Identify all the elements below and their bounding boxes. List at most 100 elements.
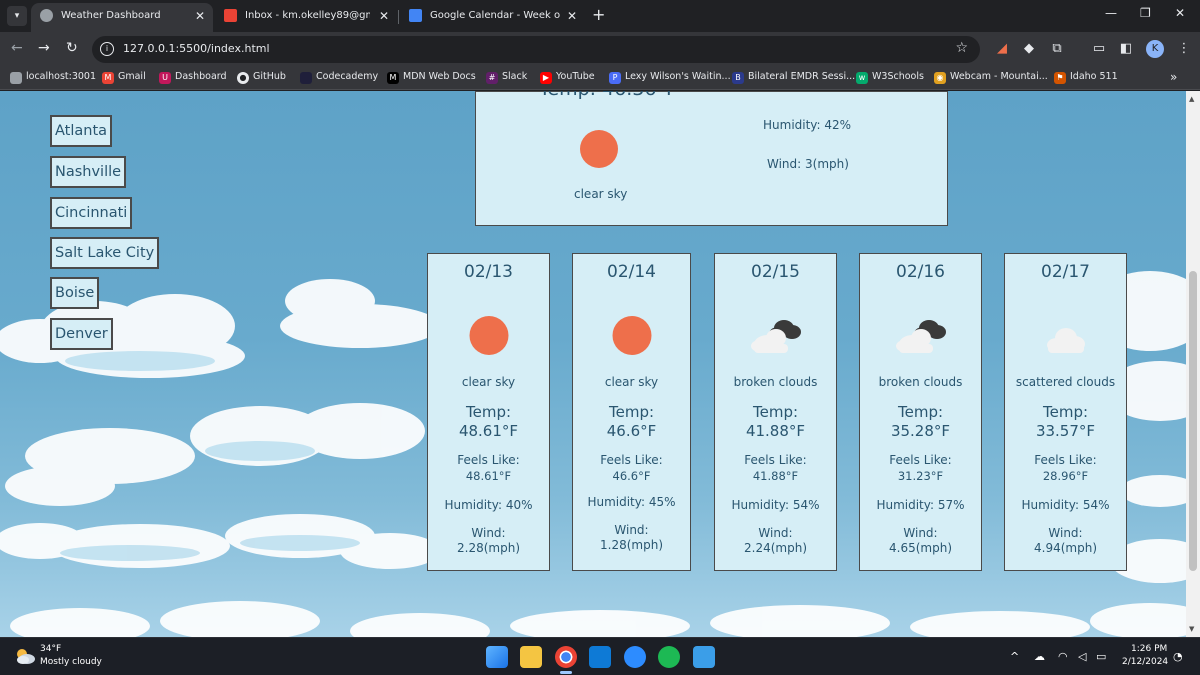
forecast-feels-label: Feels Like: xyxy=(744,453,807,467)
page-scrollbar[interactable]: ▲ ▼ xyxy=(1186,91,1200,637)
extension-icon[interactable]: ◢ xyxy=(994,41,1010,57)
forecast-date: 02/13 xyxy=(464,262,513,282)
reload-icon[interactable]: ↻ xyxy=(66,40,78,56)
site-info-icon[interactable]: i xyxy=(100,42,114,56)
current-wind: Wind: 3(mph) xyxy=(767,157,849,171)
broken-clouds-icon xyxy=(895,320,946,353)
forecast-wind-label: Wind: xyxy=(903,526,938,540)
new-tab-icon[interactable]: + xyxy=(592,5,605,24)
forecast-date: 02/14 xyxy=(607,262,656,282)
volume-icon[interactable]: ◁ xyxy=(1078,650,1086,663)
broken-clouds-icon xyxy=(750,320,801,353)
weather-widget-icon[interactable] xyxy=(14,645,36,667)
address-bar[interactable]: i 127.0.0.1:5500/index.html ☆ xyxy=(92,36,980,63)
current-humidity: Humidity: 42% xyxy=(763,118,852,132)
bookmark-dashboard[interactable]: U Dashboard xyxy=(159,71,227,84)
url-text[interactable]: 127.0.0.1:5500/index.html xyxy=(123,42,270,55)
gmail-icon: M xyxy=(102,72,114,84)
city-button-boise[interactable]: Boise xyxy=(50,277,100,309)
chrome-icon[interactable] xyxy=(555,646,577,668)
city-button-nashville[interactable]: Nashville xyxy=(50,156,127,188)
forecast-wind: 4.94(mph) xyxy=(1034,541,1097,555)
weather-widget-temp[interactable]: 34°F xyxy=(40,644,61,654)
city-button-atlanta[interactable]: Atlanta xyxy=(50,115,113,147)
vscode-icon[interactable] xyxy=(589,646,611,668)
bookmark-codecademy[interactable]: Codecademy xyxy=(300,71,378,84)
bookmark-lexy-wilson[interactable]: P Lexy Wilson's Waitin... xyxy=(609,71,731,84)
extensions-puzzle-icon[interactable]: ⧉ xyxy=(1049,41,1065,57)
bookmark-github[interactable]: ● GitHub xyxy=(237,71,286,84)
tab-title: Weather Dashboard xyxy=(61,10,161,21)
bookmark-w3schools[interactable]: w W3Schools xyxy=(856,71,924,84)
bookmark-youtube[interactable]: ▶ YouTube xyxy=(540,71,595,84)
forecast-feels: 48.61°F xyxy=(465,469,512,483)
bookmark-emdr[interactable]: B Bilateral EMDR Sessi... xyxy=(732,71,855,84)
battery-icon[interactable]: ▭ xyxy=(1096,650,1106,663)
forecast-wind-label: Wind: xyxy=(471,526,506,540)
bookmark-mdn[interactable]: M MDN Web Docs xyxy=(387,71,476,84)
scroll-down-icon[interactable]: ▼ xyxy=(1189,625,1194,633)
spotify-icon[interactable] xyxy=(658,646,680,668)
forecast-wind-label: Wind: xyxy=(614,523,649,537)
current-description: clear sky xyxy=(574,187,628,201)
gmail-icon xyxy=(224,9,237,22)
browser-toolbar: ← → ↻ i 127.0.0.1:5500/index.html ☆ ◢ ◆ … xyxy=(0,32,1200,67)
forecast-card: 02/15 broken clouds Temp: 41.88°F Feels … xyxy=(714,253,837,571)
close-tab-icon[interactable]: ✕ xyxy=(567,3,577,29)
close-window-icon[interactable]: ✕ xyxy=(1175,6,1185,20)
bookmark-localhost[interactable]: localhost:3001 xyxy=(10,71,96,84)
close-tab-icon[interactable]: ✕ xyxy=(379,3,389,29)
back-icon[interactable]: ← xyxy=(11,40,23,56)
scrollbar-thumb[interactable] xyxy=(1189,271,1197,571)
city-button-denver[interactable]: Denver xyxy=(50,318,113,350)
file-explorer-icon[interactable] xyxy=(520,646,542,668)
forecast-wind: 2.28(mph) xyxy=(457,541,520,555)
zoom-icon[interactable] xyxy=(624,646,646,668)
onedrive-icon[interactable]: ☁ xyxy=(1034,650,1045,663)
forward-icon[interactable]: → xyxy=(38,40,50,56)
restore-icon[interactable]: ❐ xyxy=(1140,6,1151,20)
menu-icon[interactable]: ⋮ xyxy=(1176,41,1192,57)
sun-icon xyxy=(612,316,651,355)
forecast-description: scattered clouds xyxy=(1015,375,1116,389)
calendar-icon xyxy=(409,9,422,22)
active-app-indicator xyxy=(560,671,572,674)
bookmark-star-icon[interactable]: ☆ xyxy=(955,40,968,56)
bookmark-webcam[interactable]: ◉ Webcam - Mountai... xyxy=(934,71,1048,84)
city-button-salt-lake-city[interactable]: Salt Lake City xyxy=(50,237,160,269)
clock-date[interactable]: 2/12/2024 xyxy=(1122,657,1168,667)
forecast-wind: 2.24(mph) xyxy=(744,541,807,555)
forecast-date: 02/15 xyxy=(751,262,800,282)
tab-google-calendar[interactable]: Google Calendar - Week of Feb ✕ xyxy=(400,3,585,32)
notepad-icon[interactable] xyxy=(693,646,715,668)
bookmark-idaho-511[interactable]: ⚑ Idaho 511 xyxy=(1054,71,1118,84)
minimize-icon[interactable]: — xyxy=(1105,6,1117,20)
clock-time[interactable]: 1:26 PM xyxy=(1131,644,1167,654)
globe-icon xyxy=(10,72,22,84)
cast-icon[interactable]: ▭ xyxy=(1091,41,1107,57)
notifications-icon[interactable]: ◔ xyxy=(1173,650,1183,663)
forecast-date: 02/17 xyxy=(1041,262,1090,282)
bookmark-gmail[interactable]: M Gmail xyxy=(102,71,146,84)
scroll-up-icon[interactable]: ▲ xyxy=(1189,95,1194,103)
weather-widget-desc[interactable]: Mostly cloudy xyxy=(40,657,102,667)
extension-icon[interactable]: ◆ xyxy=(1021,41,1037,57)
dashboard-icon: U xyxy=(159,72,171,84)
globe-icon xyxy=(40,9,53,22)
tab-gmail-inbox[interactable]: Inbox - km.okelley89@gmail.com ✕ xyxy=(215,3,397,32)
wifi-icon[interactable]: ◠ xyxy=(1058,650,1068,663)
more-bookmarks-icon[interactable]: » xyxy=(1170,70,1177,84)
forecast-temp-label: Temp: xyxy=(752,403,799,421)
show-hidden-icons-icon[interactable]: ^ xyxy=(1010,650,1019,663)
profile-avatar[interactable]: K xyxy=(1146,40,1164,58)
city-button-cincinnati[interactable]: Cincinnati xyxy=(50,197,133,229)
close-tab-icon[interactable]: ✕ xyxy=(195,3,205,29)
tab-weather-dashboard[interactable]: Weather Dashboard ✕ xyxy=(31,3,213,32)
side-panel-icon[interactable]: ◧ xyxy=(1118,41,1134,57)
tab-search-icon[interactable]: ▾ xyxy=(7,6,27,26)
sun-icon xyxy=(469,316,508,355)
start-icon[interactable] xyxy=(486,646,508,668)
forecast-temp: 41.88°F xyxy=(745,422,806,440)
bookmark-slack[interactable]: # Slack xyxy=(486,71,527,84)
mdn-icon: M xyxy=(387,72,399,84)
